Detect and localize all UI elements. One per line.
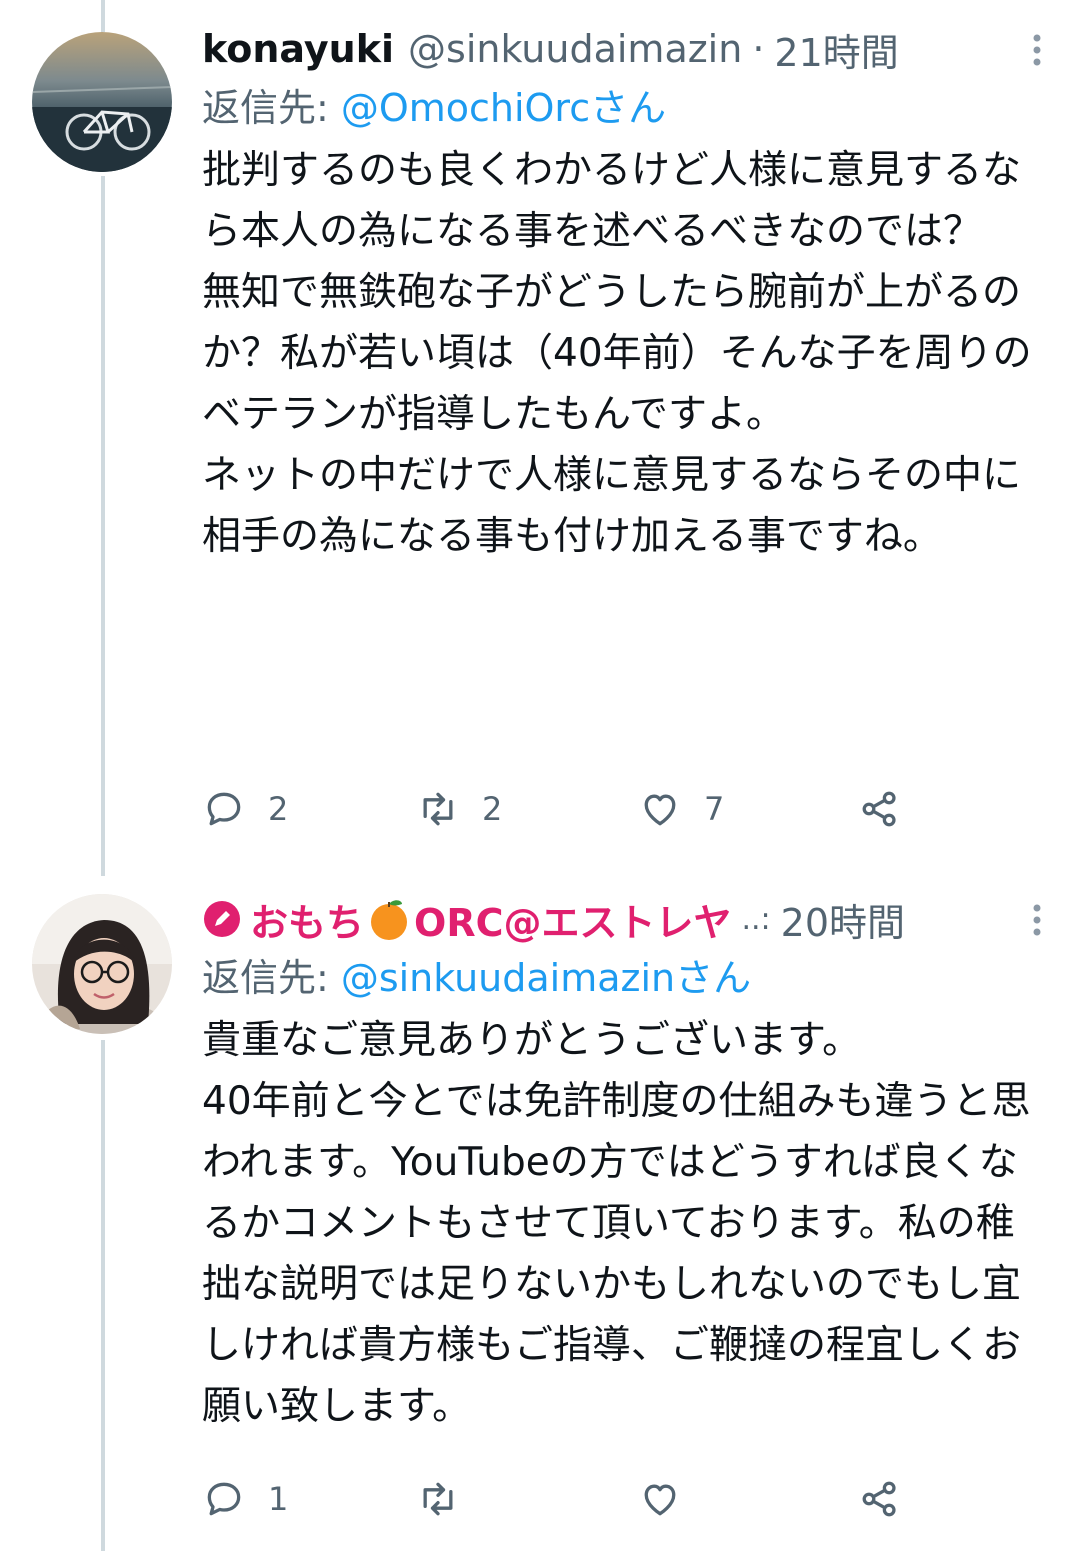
reply-button[interactable]: 1 (202, 1474, 288, 1524)
tweet[interactable]: konayuki @sinkuudaimazin · 21時間 返信先: @Om… (0, 0, 1080, 870)
timestamp[interactable]: 20時間 (781, 892, 905, 947)
reply-to-link[interactable]: @OmochiOrcさん (341, 77, 666, 132)
share-icon (862, 1481, 896, 1517)
retweet-count: 2 (482, 790, 503, 828)
reply-count: 2 (268, 790, 289, 828)
share-button[interactable] (858, 784, 902, 834)
timestamp[interactable]: 21時間 (774, 22, 898, 77)
like-button[interactable] (638, 1474, 704, 1524)
retweet-button[interactable]: 2 (416, 784, 502, 834)
display-name-prefix: おもち (250, 900, 365, 945)
retweet-icon (423, 792, 453, 826)
tweet-actions: 2 2 7 (202, 784, 922, 834)
reply-to-label: 返信先: (202, 955, 329, 1000)
reply-count: 1 (268, 1480, 289, 1518)
user-handle[interactable]: @sinkuudaimazin (408, 27, 742, 71)
display-name-suffix: ORC@エストレヤ (414, 900, 732, 945)
pen-badge-icon (204, 901, 240, 937)
avatar[interactable] (32, 894, 172, 1034)
share-button[interactable] (858, 1474, 902, 1524)
reply-icon (207, 1482, 241, 1516)
tweet-actions: 1 (202, 1474, 922, 1524)
reply-icon (207, 792, 241, 826)
separator: · (752, 27, 765, 71)
display-name[interactable]: konayuki (202, 27, 394, 71)
name-ellipsis: ..: (741, 901, 771, 937)
reply-to: 返信先: @sinkuudaimazinさん (202, 944, 1042, 1004)
reply-to: 返信先: @OmochiOrcさん (202, 74, 1042, 134)
display-name[interactable]: おもち ORC@エストレヤ (202, 892, 731, 947)
tweet-text: 貴重なご意見ありがとうございます。 40年前と今とでは免許制度の仕組みも違うと思… (202, 1018, 1031, 1429)
reply-to-link[interactable]: @sinkuudaimazinさん (341, 947, 751, 1002)
like-count: 7 (704, 790, 725, 828)
more-vertical-icon[interactable] (1022, 900, 1052, 940)
retweet-button[interactable] (416, 1474, 482, 1524)
reply-to-label: 返信先: (202, 85, 329, 130)
more-vertical-icon[interactable] (1022, 30, 1052, 70)
reply-button[interactable]: 2 (202, 784, 288, 834)
avatar[interactable] (32, 32, 172, 172)
orange-emoji-icon (371, 900, 408, 940)
retweet-icon (423, 1482, 453, 1516)
tweet-header: konayuki @sinkuudaimazin · 21時間 (202, 22, 1042, 77)
tweet-header: おもち ORC@エストレヤ ..: 20時間 (202, 892, 1042, 947)
tweet[interactable]: おもち ORC@エストレヤ ..: 20時間 返信先: @sinkuudaima… (0, 870, 1080, 1551)
like-button[interactable]: 7 (638, 784, 724, 834)
heart-icon (644, 794, 676, 826)
share-icon (862, 791, 896, 827)
tweet-text: 批判するのも良くわかるけど人様に意見するなら本人の為になる事を述べるべきなのでは… (202, 148, 1032, 559)
heart-icon (644, 1484, 676, 1516)
